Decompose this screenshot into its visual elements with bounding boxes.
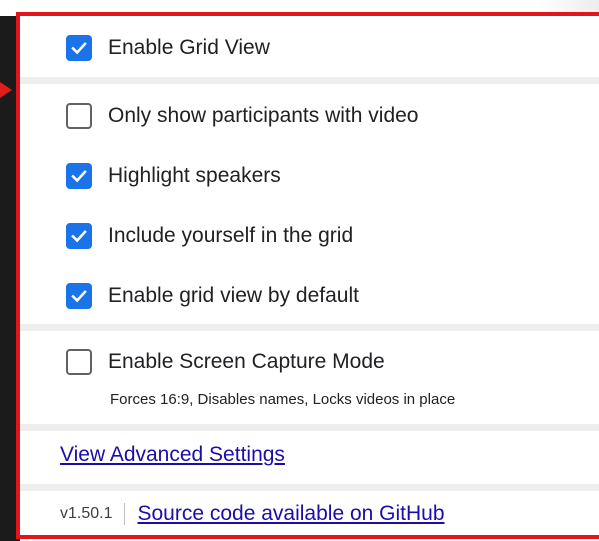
checkmark-icon bbox=[71, 42, 87, 55]
setting-include-yourself[interactable]: Include yourself in the grid bbox=[22, 220, 599, 252]
setting-grid-default[interactable]: Enable grid view by default bbox=[22, 280, 599, 312]
checkmark-icon bbox=[71, 290, 87, 303]
screen-capture-label: Enable Screen Capture Mode bbox=[108, 350, 385, 373]
setting-only-video[interactable]: Only show participants with video bbox=[22, 100, 599, 132]
view-advanced-settings-link[interactable]: View Advanced Settings bbox=[60, 443, 285, 467]
background-corner bbox=[539, 0, 599, 12]
highlight-speakers-label: Highlight speakers bbox=[108, 164, 281, 187]
github-source-link[interactable]: Source code available on GitHub bbox=[137, 502, 444, 526]
version-label: v1.50.1 bbox=[60, 505, 113, 522]
only-video-checkbox[interactable] bbox=[66, 103, 92, 129]
only-video-label: Only show participants with video bbox=[108, 104, 419, 127]
setting-enable-grid-view[interactable]: Enable Grid View bbox=[22, 32, 599, 64]
section-divider bbox=[20, 424, 599, 431]
include-yourself-checkbox[interactable] bbox=[66, 223, 92, 249]
grid-default-checkbox[interactable] bbox=[66, 283, 92, 309]
annotation-arrow-tip bbox=[0, 82, 12, 98]
enable-grid-view-label: Enable Grid View bbox=[108, 36, 270, 59]
setting-highlight-speakers[interactable]: Highlight speakers bbox=[22, 160, 599, 192]
background-window-edge bbox=[0, 0, 20, 541]
background-window-gap bbox=[0, 0, 20, 16]
footer-separator bbox=[124, 503, 126, 525]
screen-capture-checkbox[interactable] bbox=[66, 349, 92, 375]
enable-grid-view-checkbox[interactable] bbox=[66, 35, 92, 61]
checkmark-icon bbox=[71, 170, 87, 183]
footer-divider bbox=[20, 484, 599, 491]
grid-default-label: Enable grid view by default bbox=[108, 284, 359, 307]
section-divider bbox=[20, 77, 599, 84]
section-divider bbox=[20, 324, 599, 331]
screen-capture-description: Forces 16:9, Disables names, Locks video… bbox=[110, 391, 456, 408]
checkmark-icon bbox=[71, 230, 87, 243]
include-yourself-label: Include yourself in the grid bbox=[108, 224, 354, 247]
highlight-speakers-checkbox[interactable] bbox=[66, 163, 92, 189]
setting-screen-capture[interactable]: Enable Screen Capture Mode bbox=[22, 346, 599, 378]
footer: v1.50.1 Source code available on GitHub bbox=[60, 502, 445, 526]
